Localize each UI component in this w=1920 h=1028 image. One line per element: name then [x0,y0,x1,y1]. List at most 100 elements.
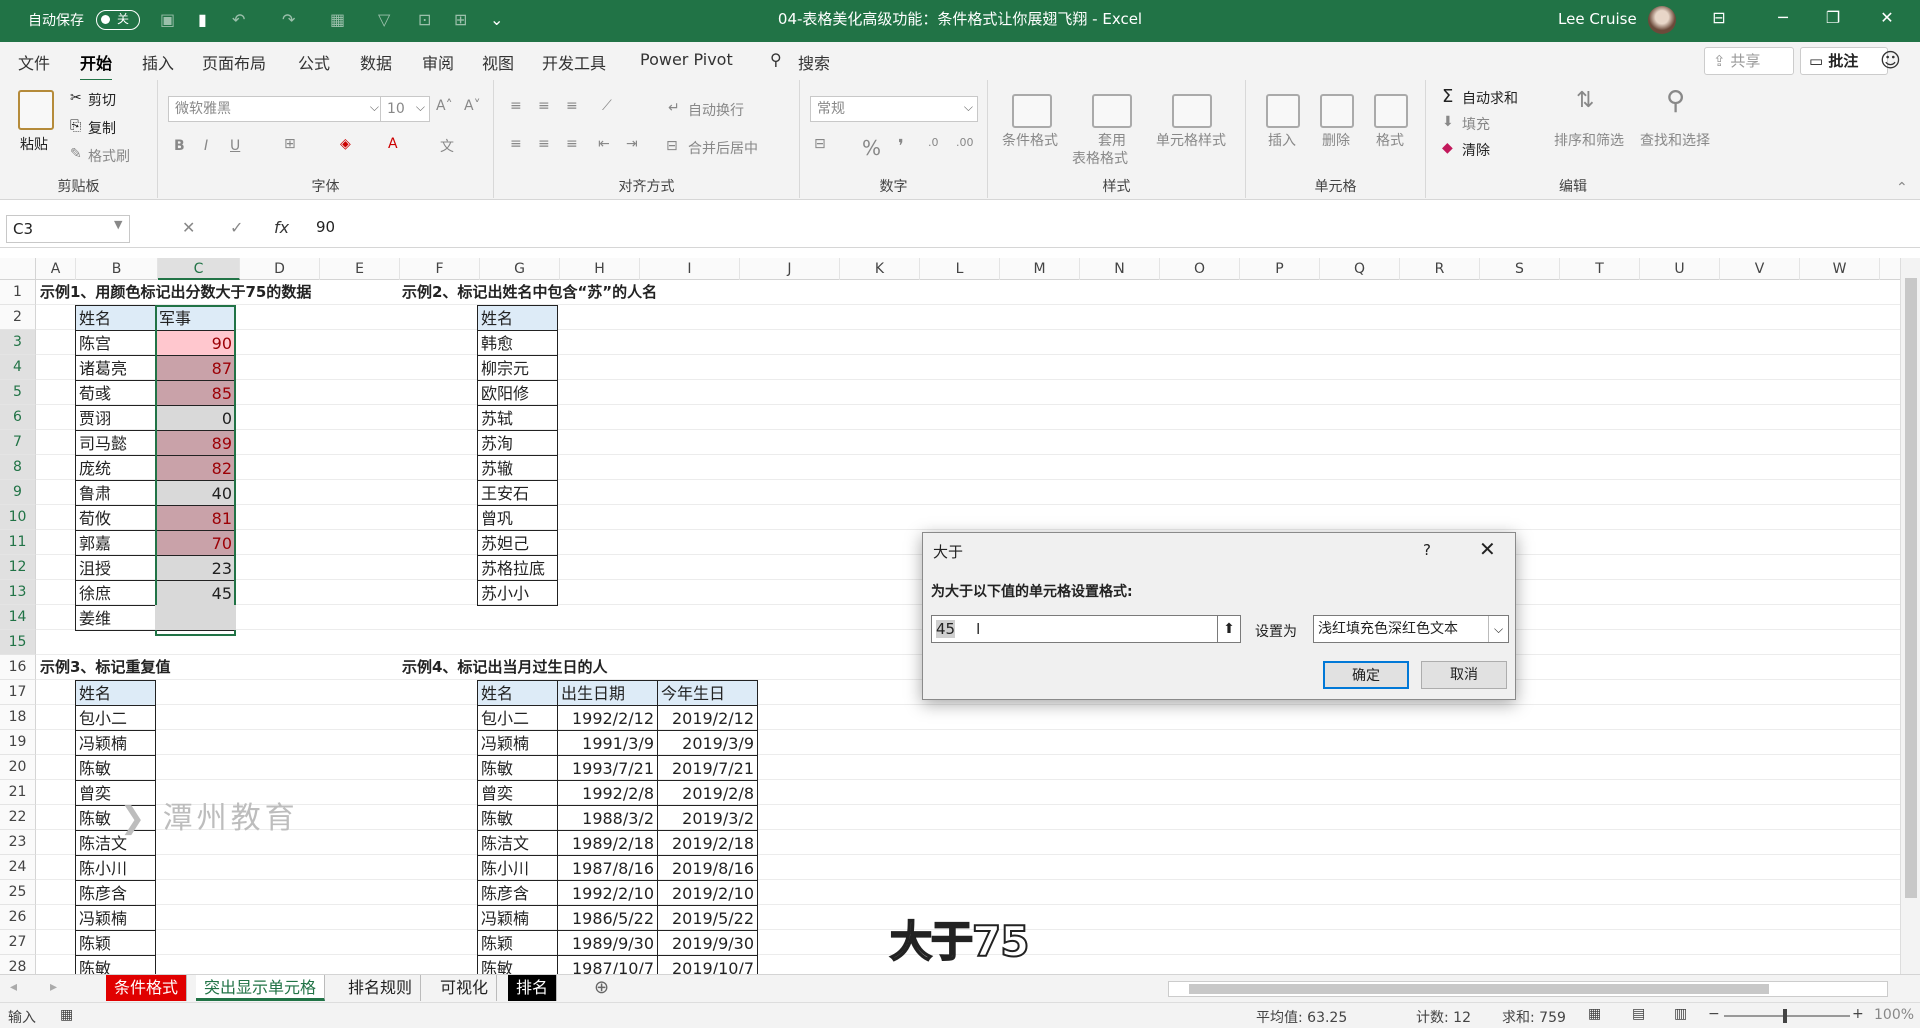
dialog-close-icon[interactable]: ✕ [1479,537,1496,561]
name-cell[interactable]: 陈颖 [477,930,558,956]
birth-date-cell[interactable]: 1989/2/18 [557,830,658,856]
macro-record-icon[interactable]: ▦ [60,1007,73,1023]
row-header[interactable]: 5 [0,380,36,405]
merge-icon[interactable]: ⊟ [666,138,678,154]
column-header[interactable]: W [1800,258,1880,280]
row-header[interactable]: 19 [0,730,36,755]
column-header[interactable]: C [158,258,240,280]
page-break-view-icon[interactable]: ▥ [1674,1006,1687,1022]
score-cell[interactable]: 70 [155,530,236,556]
name-cell[interactable]: 苏辙 [477,455,558,481]
ok-button[interactable]: 确定 [1323,661,1409,689]
row-header[interactable]: 22 [0,805,36,830]
selected-empty-cell[interactable] [155,605,236,630]
conditional-format-button[interactable]: 条件格式 [1002,130,1058,150]
column-header[interactable]: Q [1320,258,1400,280]
formula-input[interactable]: 90 [316,218,335,236]
fill-button[interactable]: 填充 [1462,114,1490,134]
sheet-tab-conditional-format[interactable]: 条件格式 [106,975,188,1001]
column-header[interactable]: B [76,258,158,280]
ex1-header-name[interactable]: 姓名 [75,305,156,331]
column-header[interactable]: M [1000,258,1080,280]
name-cell[interactable]: 苏轼 [477,405,558,431]
row-header[interactable]: 16 [0,655,36,680]
tab-formulas[interactable]: 公式 [298,50,330,74]
ribbon-display-icon[interactable]: ⊟ [1704,8,1734,27]
font-size-combo[interactable]: 10 [380,95,430,122]
name-cell[interactable]: 冯颖楠 [477,905,558,931]
column-header[interactable]: T [1560,258,1640,280]
autosum-icon[interactable]: Σ [1442,86,1453,107]
score-cell[interactable]: 90 [155,330,236,356]
sort-filter-button[interactable]: 排序和筛选 [1554,130,1624,150]
name-cell[interactable]: 包小二 [75,705,156,731]
insert-function-icon[interactable]: fx [274,218,289,237]
name-cell[interactable]: 贾诩 [75,405,156,431]
birthday-cell[interactable]: 2019/3/9 [657,730,758,756]
format-cells-button[interactable]: 格式 [1376,130,1404,150]
example2-table[interactable]: 姓名 韩愈 柳宗元 欧阳修 苏轼 苏洵 苏辙 王安石 曾巩 苏妲己 苏格拉底 苏小小 [477,305,558,606]
italic-icon[interactable]: I [204,138,208,154]
row-header[interactable]: 9 [0,480,36,505]
horizontal-scroll-thumb[interactable] [1189,984,1769,994]
birth-date-cell[interactable]: 1992/2/12 [557,705,658,731]
chevron-down-icon[interactable]: ⌵ [1488,616,1508,642]
format-table-icon[interactable] [1092,94,1132,128]
row-header[interactable]: 17 [0,680,36,705]
row-header[interactable]: 2 [0,305,36,330]
zoom-slider-thumb[interactable] [1783,1009,1787,1023]
share-button[interactable]: ⇪ 共享 [1704,47,1794,75]
name-cell[interactable]: 陈宫 [75,330,156,356]
close-icon[interactable]: ✕ [1872,8,1902,27]
threshold-input[interactable]: 45 I [931,615,1241,643]
tab-view[interactable]: 视图 [482,50,514,74]
increase-indent-icon[interactable]: ⇥ [626,136,638,152]
name-cell[interactable]: 荀彧 [75,380,156,406]
name-cell[interactable]: 诸葛亮 [75,355,156,381]
font-color-icon[interactable]: A [388,136,398,152]
align-right-icon[interactable]: ≡ [566,136,578,152]
score-cell[interactable]: 89 [155,430,236,456]
sort-filter-icon[interactable]: ⇅ [1576,88,1594,113]
ex1-header-score[interactable]: 军事 [155,305,236,331]
name-cell[interactable]: 包小二 [477,705,558,731]
score-cell[interactable]: 87 [155,355,236,381]
name-cell[interactable]: 陈敏 [75,955,156,974]
name-cell[interactable]: 陈小川 [477,855,558,881]
copy-button[interactable]: 复制 [88,118,116,138]
tab-page-layout[interactable]: 页面布局 [202,50,266,74]
sheet-tab-highlight-cells[interactable]: 突出显示单元格 [196,975,326,1001]
row-header[interactable]: 7 [0,430,36,455]
comma-icon[interactable]: ❜ [898,136,904,157]
zoom-in-icon[interactable]: + [1852,1006,1864,1022]
ex4-header-birth[interactable]: 出生日期 [557,680,658,706]
name-cell[interactable]: 徐庶 [75,580,156,606]
name-cell[interactable]: 沮授 [75,555,156,581]
score-cell[interactable]: 0 [155,405,236,431]
birthday-cell[interactable]: 2019/8/16 [657,855,758,881]
vertical-scrollbar[interactable] [1900,258,1920,974]
birthday-cell[interactable]: 2019/5/22 [657,905,758,931]
name-cell[interactable]: 陈敏 [477,955,558,974]
cell-styles-button[interactable]: 单元格样式 [1156,130,1226,150]
vertical-scroll-thumb[interactable] [1905,278,1917,898]
find-select-button[interactable]: 查找和选择 [1640,130,1710,150]
insert-cells-icon[interactable] [1266,94,1300,128]
fill-icon[interactable]: ⬇ [1442,114,1454,130]
score-cell[interactable]: 81 [155,505,236,531]
copy-icon[interactable]: ⎘ [70,118,81,134]
paste-button[interactable]: 粘贴 [20,134,48,154]
row-header[interactable]: 6 [0,405,36,430]
collapse-ribbon-icon[interactable]: ⌃ [1896,180,1908,196]
status-count[interactable]: 计数: 12 [1416,1007,1471,1027]
name-cell[interactable]: 欧阳修 [477,380,558,406]
name-cell[interactable]: 韩愈 [477,330,558,356]
ex4-header-birthday[interactable]: 今年生日 [657,680,758,706]
column-header[interactable]: E [320,258,400,280]
tab-review[interactable]: 审阅 [422,50,454,74]
phonetic-icon[interactable]: 文 [440,136,454,156]
column-header[interactable]: V [1720,258,1800,280]
column-header[interactable]: R [1400,258,1480,280]
avatar[interactable] [1648,6,1676,34]
ex4-header-name[interactable]: 姓名 [477,680,558,706]
